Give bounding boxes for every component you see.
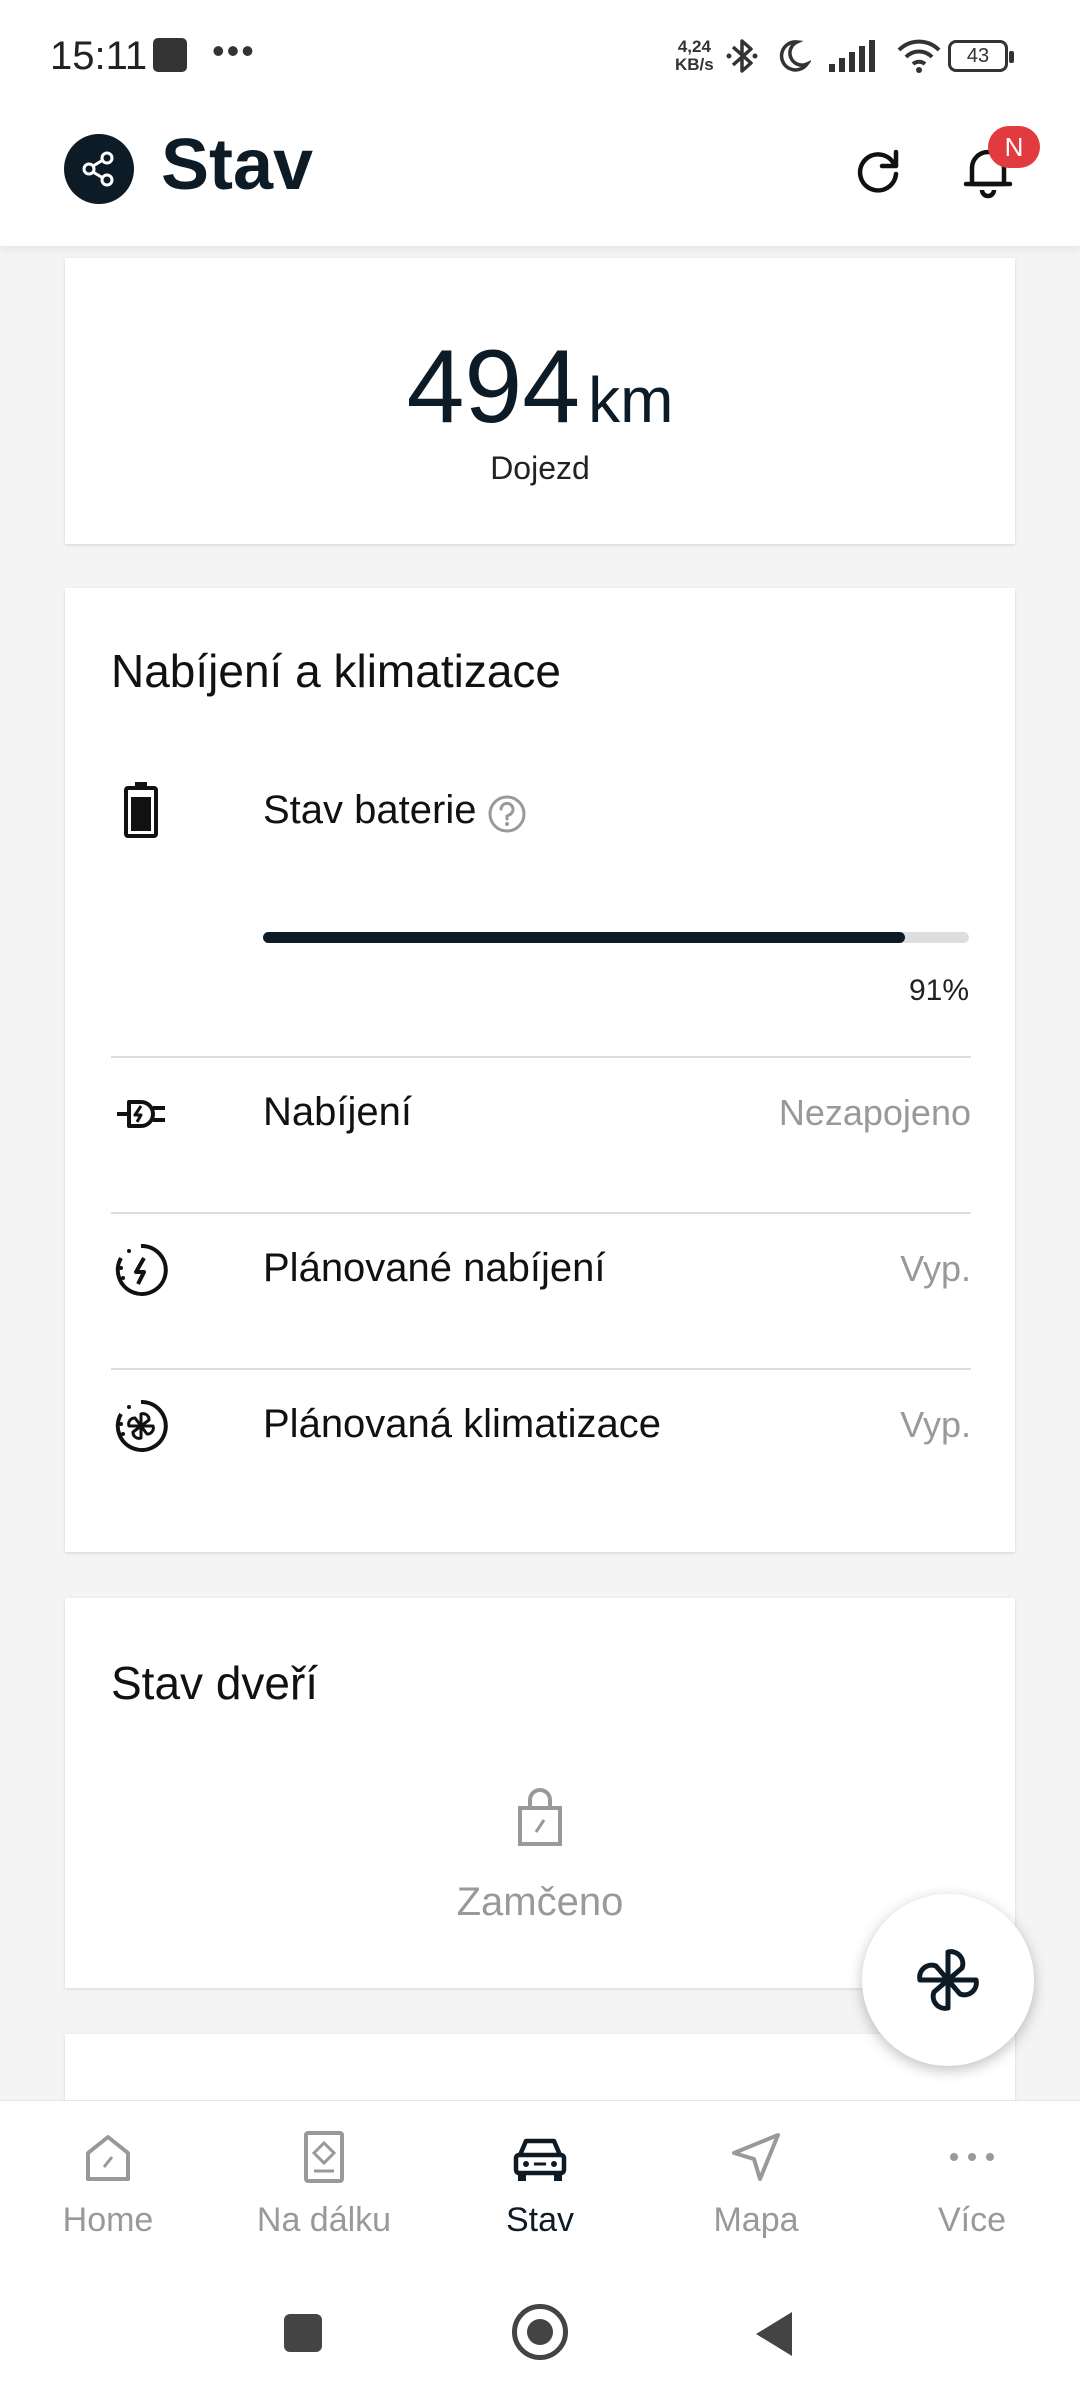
more-icon <box>950 2153 994 2161</box>
more-notifications-icon: ••• <box>212 30 256 71</box>
range-number: 494 <box>406 329 581 445</box>
range-unit: km <box>588 364 674 436</box>
remote-icon <box>304 2131 344 2183</box>
share-button[interactable] <box>64 134 134 204</box>
battery-percent: 91% <box>908 974 969 1007</box>
charging-value: Nezapojeno <box>778 1092 971 1133</box>
scheduled-charging-label: Plánované nabíjení <box>263 1246 606 1290</box>
wifi-icon <box>897 39 941 73</box>
scheduled-climate-icon <box>115 1399 168 1452</box>
range-card: 494 km Dojezd <box>65 258 1015 544</box>
do-not-disturb-moon-icon <box>779 40 811 72</box>
range-label: Dojezd <box>490 450 590 486</box>
scheduled-climate-row[interactable]: Plánovaná klimatizace Vyp. <box>111 1370 971 1470</box>
range-value: 494 km <box>65 328 1015 447</box>
recent-apps-button[interactable] <box>284 2314 322 2352</box>
scheduled-charging-icon <box>115 1243 168 1296</box>
status-bar: 15:11 ••• 4,24 KB/s 43 <box>0 0 1080 110</box>
door-lock-status: Zamčeno <box>456 1880 624 1924</box>
navigation-icon <box>732 2133 780 2181</box>
nav-label-status: Stav <box>505 2201 575 2239</box>
battery-status-row: Stav baterie <box>111 780 971 840</box>
climate-fab-button[interactable] <box>862 1894 1034 2066</box>
refresh-button[interactable] <box>846 138 910 202</box>
battery-status-label: Stav baterie <box>263 788 477 832</box>
nav-item-status[interactable]: Stav <box>432 2101 648 2281</box>
status-icons <box>725 36 943 76</box>
nav-item-remote[interactable]: Na dálku <box>216 2101 432 2281</box>
nav-label-home: Home <box>62 2201 154 2239</box>
nav-label-map: Mapa <box>713 2201 799 2239</box>
nav-label-more: Více <box>937 2201 1007 2239</box>
car-icon <box>513 2138 567 2181</box>
nav-item-home[interactable]: Home <box>0 2101 216 2281</box>
app-bar: Stav N <box>0 110 1080 246</box>
battery-icon <box>124 782 158 838</box>
door-status-card[interactable]: Stav dveří Zamčeno <box>65 1598 1015 1988</box>
network-speed: 4,24 KB/s <box>675 38 714 74</box>
refresh-icon <box>857 149 899 193</box>
scheduled-climate-label: Plánovaná klimatizace <box>263 1402 661 1446</box>
page-title: Stav <box>161 125 314 205</box>
door-status-title: Stav dveří <box>111 1657 319 1709</box>
battery-indicator: 43 <box>948 40 1014 72</box>
home-system-button[interactable] <box>512 2304 568 2360</box>
battery-progress-bar <box>263 932 969 943</box>
charging-climate-card: Nabíjení a klimatizace Stav baterie 91% … <box>65 588 1015 1552</box>
home-icon <box>86 2135 130 2181</box>
bluetooth-icon <box>726 39 758 73</box>
lock-icon <box>518 1788 562 1846</box>
back-button[interactable] <box>756 2312 792 2356</box>
signal-icon <box>829 40 875 72</box>
bottom-navigation: Home Na dálku Stav Mapa Více <box>0 2100 1080 2280</box>
app-notification-icon <box>153 38 187 72</box>
network-speed-value: 4,24 <box>677 37 711 56</box>
nav-item-map[interactable]: Mapa <box>648 2101 864 2281</box>
charging-label: Nabíjení <box>263 1090 412 1134</box>
scheduled-climate-value: Vyp. <box>900 1404 971 1445</box>
charging-row[interactable]: Nabíjení Nezapojeno <box>111 1058 971 1158</box>
fan-icon <box>917 1949 979 2011</box>
nav-item-more[interactable]: Více <box>864 2101 1080 2281</box>
scheduled-charging-row[interactable]: Plánované nabíjení Vyp. <box>111 1214 971 1314</box>
charging-plug-icon <box>117 1100 165 1128</box>
network-speed-unit: KB/s <box>675 55 714 74</box>
system-navigation-bar <box>0 2280 1080 2400</box>
notification-badge: N <box>988 126 1040 168</box>
charging-card-title: Nabíjení a klimatizace <box>111 645 561 697</box>
status-time: 15:11 <box>50 34 148 78</box>
scheduled-charging-value: Vyp. <box>900 1248 971 1289</box>
nav-label-remote: Na dálku <box>256 2201 392 2239</box>
help-icon[interactable] <box>487 794 527 834</box>
share-icon <box>82 151 114 187</box>
battery-progress-fill <box>263 932 906 943</box>
